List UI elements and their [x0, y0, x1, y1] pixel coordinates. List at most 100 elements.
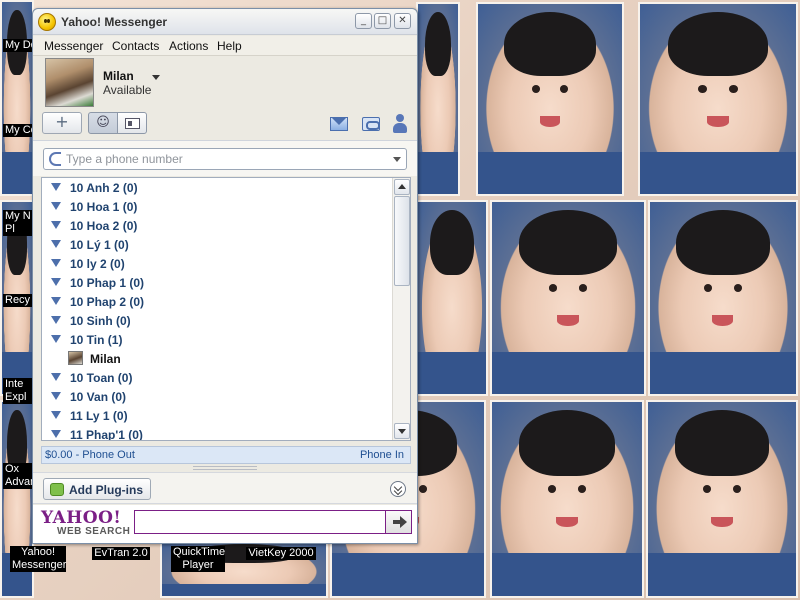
- expand-arrow-icon[interactable]: [51, 202, 61, 210]
- minimize-button[interactable]: _: [355, 13, 372, 29]
- resize-grip[interactable]: [193, 466, 257, 470]
- phone-bar: $0.00 - Phone Out Phone In: [41, 446, 411, 464]
- phone-icon: [49, 152, 61, 166]
- add-contact-button[interactable]: +: [42, 112, 82, 134]
- contact-group[interactable]: 10 Phap 1 (0): [42, 273, 392, 292]
- contact-group[interactable]: 10 ly 2 (0): [42, 254, 392, 273]
- wallpaper-photo: [0, 0, 34, 196]
- expand-arrow-icon[interactable]: [51, 240, 61, 248]
- wallpaper-photo: [490, 200, 646, 396]
- expand-arrow-icon[interactable]: [51, 221, 61, 229]
- group-label: 10 Van (0): [70, 390, 127, 404]
- wallpaper-photo: [416, 200, 488, 396]
- desktop-icon-yahoo-messenger[interactable]: Yahoo! Messenger: [6, 546, 70, 572]
- web-search-input[interactable]: [134, 510, 386, 534]
- desktop-icon-vietkey[interactable]: VietKey 2000: [246, 546, 316, 560]
- status-dropdown-icon[interactable]: [152, 75, 160, 80]
- profile-name: Milan: [103, 69, 134, 83]
- group-label: 10 Hoa 1 (0): [70, 200, 138, 214]
- phone-in-link[interactable]: Phone In: [360, 449, 404, 461]
- chevron-down-icon[interactable]: [393, 157, 401, 162]
- desktop-icon-label: QuickTime Player: [171, 546, 226, 572]
- desktop-icon-label[interactable]: My N Pl: [3, 210, 33, 236]
- contact-row[interactable]: Milan: [42, 349, 392, 368]
- profile-avatar[interactable]: [45, 58, 94, 107]
- web-search-area: YAHOO! WEB SEARCH: [33, 505, 417, 543]
- expand-arrow-icon[interactable]: [51, 411, 61, 419]
- scroll-up-button[interactable]: [394, 179, 410, 195]
- desktop-icon-quicktime[interactable]: QuickTime Player: [166, 546, 230, 572]
- close-button[interactable]: ✕: [394, 13, 411, 29]
- group-label: 10 Sinh (0): [70, 314, 131, 328]
- menu-contacts[interactable]: Contacts: [112, 39, 159, 53]
- yahoo-smiley-icon: [38, 13, 56, 31]
- mail-icon[interactable]: [330, 117, 348, 131]
- phone-number-field[interactable]: [43, 148, 407, 170]
- expand-arrow-icon[interactable]: [51, 316, 61, 324]
- add-plugins-button[interactable]: Add Plug-ins: [43, 478, 151, 500]
- desktop-icon-label[interactable]: Recy: [3, 294, 33, 307]
- phone-number-input[interactable]: [66, 151, 382, 167]
- phone-area: [33, 140, 417, 176]
- expand-arrow-icon[interactable]: [51, 278, 61, 286]
- person-icon[interactable]: [393, 114, 407, 134]
- expand-arrow-icon[interactable]: [51, 259, 61, 267]
- expand-arrow-icon[interactable]: [51, 297, 61, 305]
- arrow-right-icon[interactable]: [385, 510, 412, 534]
- menu-bar: Messenger Contacts Actions Help: [33, 36, 417, 56]
- desktop-icon-evtran[interactable]: EvTran 2.0: [86, 546, 156, 560]
- contact-group[interactable]: 11 Phap'1 (0): [42, 425, 392, 441]
- wallpaper-photo: [490, 400, 644, 598]
- yahoo-logo: YAHOO!: [41, 508, 122, 528]
- desktop-icon-label[interactable]: Ox Advan: [3, 463, 36, 489]
- desktop-icon-label: Yahoo! Messenger: [10, 546, 67, 572]
- scroll-thumb[interactable]: [394, 196, 410, 286]
- contact-group[interactable]: 10 Lý 1 (0): [42, 235, 392, 254]
- contact-list: 10 Anh 2 (0) 10 Hoa 1 (0) 10 Hoa 2 (0) 1…: [41, 177, 411, 441]
- contact-card-icon: [125, 118, 140, 129]
- contact-group[interactable]: 11 Ly 1 (0): [42, 406, 392, 425]
- wallpaper-photo: [416, 2, 460, 196]
- contact-group[interactable]: 10 Tin (1): [42, 330, 392, 349]
- voicemail-icon[interactable]: [362, 117, 380, 131]
- phone-out-link[interactable]: $0.00 - Phone Out: [45, 449, 135, 461]
- expand-arrow-icon[interactable]: [51, 183, 61, 191]
- wallpaper-photo: [648, 200, 798, 396]
- title-bar[interactable]: Yahoo! Messenger _ □ ✕: [33, 9, 417, 35]
- expand-arrow-icon[interactable]: [51, 373, 61, 381]
- group-label: 10 Phap 1 (0): [70, 276, 145, 290]
- desktop-icon-label: EvTran 2.0: [92, 547, 150, 560]
- wallpaper-photo: [646, 400, 798, 598]
- expand-arrow-icon[interactable]: [51, 392, 61, 400]
- expand-arrow-icon[interactable]: [51, 335, 61, 343]
- contact-group[interactable]: 10 Anh 2 (0): [42, 178, 392, 197]
- contact-list-scrollbar[interactable]: [392, 178, 410, 440]
- status-selector[interactable]: Available: [103, 83, 151, 97]
- contact-group[interactable]: 10 Phap 2 (0): [42, 292, 392, 311]
- menu-help[interactable]: Help: [217, 39, 242, 53]
- desktop-icon-label: VietKey 2000: [246, 547, 316, 560]
- group-label: 10 Anh 2 (0): [70, 181, 138, 195]
- contact-group[interactable]: 10 Hoa 2 (0): [42, 216, 392, 235]
- maximize-button[interactable]: □: [374, 13, 391, 29]
- contact-group[interactable]: 10 Toan (0): [42, 368, 392, 387]
- group-label: 10 ly 2 (0): [70, 257, 125, 271]
- menu-actions[interactable]: Actions: [169, 39, 208, 53]
- scroll-down-button[interactable]: [394, 423, 410, 439]
- puzzle-piece-icon: [50, 483, 64, 496]
- group-label: 10 Phap 2 (0): [70, 295, 145, 309]
- contacts-view-button[interactable]: ☺: [88, 112, 118, 134]
- menu-messenger[interactable]: Messenger: [44, 39, 103, 53]
- window-title: Yahoo! Messenger: [61, 15, 168, 29]
- double-chevron-down-icon[interactable]: [390, 481, 406, 497]
- wallpaper-photo: [638, 2, 798, 196]
- contact-group[interactable]: 10 Sinh (0): [42, 311, 392, 330]
- group-label: 11 Phap'1 (0): [70, 428, 143, 441]
- group-label: 11 Ly 1 (0): [70, 409, 128, 423]
- add-plugins-label: Add Plug-ins: [69, 483, 143, 497]
- expand-arrow-icon[interactable]: [51, 430, 61, 438]
- desktop-icon-label[interactable]: Inte Expl: [3, 378, 33, 404]
- contact-group[interactable]: 10 Hoa 1 (0): [42, 197, 392, 216]
- contact-group[interactable]: 10 Van (0): [42, 387, 392, 406]
- details-view-button[interactable]: [117, 112, 147, 134]
